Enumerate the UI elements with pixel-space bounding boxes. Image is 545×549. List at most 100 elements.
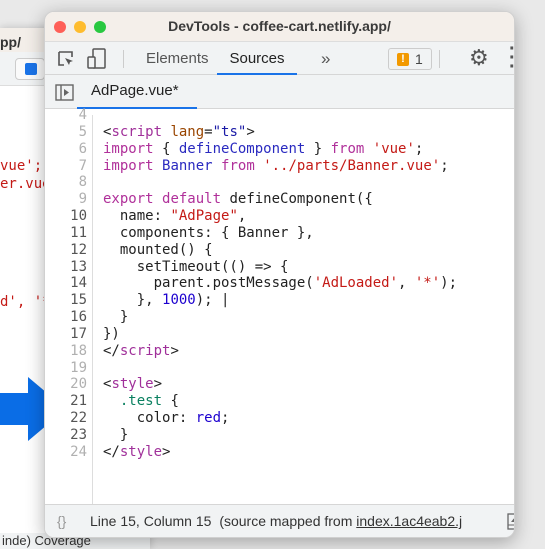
line-number[interactable]: 7 [79, 158, 87, 175]
line-number-gutter[interactable]: 4 5 6 7 8 9 10 11 12 13 14 15 16 17 18 19 20 21 22 23 24 [45, 107, 93, 504]
code-line[interactable]: <script lang="ts"> [103, 124, 255, 141]
code-line[interactable]: } [103, 309, 128, 326]
background-code: d', '* [0, 294, 51, 310]
inspect-element-icon[interactable] [57, 50, 75, 68]
window-title: DevTools - coffee-cart.netlify.app/ [168, 18, 391, 34]
code-token: }, [103, 292, 163, 309]
close-window-button[interactable] [54, 21, 66, 33]
pretty-print-icon[interactable]: {} [57, 505, 66, 537]
line-number[interactable]: 9 [79, 191, 87, 208]
settings-gear-icon[interactable]: ⚙ [469, 45, 489, 71]
code-line[interactable]: <style> [103, 376, 162, 393]
line-number[interactable]: 14 [70, 275, 87, 292]
code-line[interactable]: }, 1000); | [103, 292, 230, 309]
line-number[interactable]: 24 [70, 444, 87, 461]
code-token: { [162, 393, 179, 410]
code-line[interactable]: mounted() { [103, 242, 213, 259]
code-line[interactable]: setTimeout(() => { [103, 259, 289, 276]
code-line[interactable]: </script> [103, 343, 179, 360]
toggle-drawer-icon[interactable] [507, 513, 515, 530]
line-number[interactable]: 15 [70, 292, 87, 309]
main-toolbar: Elements Sources » ! 1 ⚙ ··· [45, 39, 514, 77]
maximize-window-button[interactable] [94, 21, 106, 33]
code-token: "AdPage" [170, 208, 238, 225]
code-line[interactable]: import { defineComponent } from 'vue'; [103, 141, 423, 158]
code-line[interactable]: .test { [103, 393, 179, 410]
tab-elements[interactable]: Elements [146, 42, 209, 75]
code-token: '*' [414, 275, 441, 292]
line-number[interactable]: 22 [70, 410, 87, 427]
code-token: '../parts/Banner.vue' [263, 157, 441, 174]
line-number[interactable]: 18 [70, 343, 87, 360]
code-token: } [103, 426, 129, 443]
code-token: } [103, 309, 129, 326]
code-editor[interactable]: 4 5 6 7 8 9 10 11 12 13 14 15 16 17 18 19 20 21 22 23 24 <sc… [45, 107, 514, 504]
code-token: export [103, 191, 154, 208]
line-number[interactable]: 20 [70, 376, 87, 393]
source-map-link[interactable]: index.1ac4eab2.j [356, 513, 462, 529]
code-token: mounted() { [103, 241, 213, 258]
code-token: > [162, 443, 171, 460]
code-token: defineComponent({ [221, 191, 373, 208]
line-number[interactable]: 11 [70, 225, 87, 242]
tab-sources[interactable]: Sources [217, 42, 297, 75]
code-token: ; [440, 157, 449, 174]
line-number[interactable]: 10 [70, 208, 87, 225]
line-number[interactable]: 6 [79, 141, 87, 158]
code-token: ; [221, 410, 230, 427]
line-number[interactable]: 4 [79, 107, 87, 124]
editor-tab-adpage[interactable]: AdPage.vue* × [77, 75, 197, 131]
line-number[interactable]: 12 [70, 242, 87, 259]
code-token: }) [103, 325, 120, 342]
divider [439, 50, 440, 68]
more-options-icon[interactable]: ··· [509, 39, 514, 77]
line-number[interactable]: 13 [70, 259, 87, 276]
code-token: </ [103, 342, 120, 359]
code-token: 1000 [162, 292, 196, 309]
code-line[interactable]: name: "AdPage", [103, 208, 246, 225]
device-toolbar-icon[interactable] [87, 48, 107, 70]
code-token: parent.postMessage( [103, 275, 314, 292]
editor-tab-label: AdPage.vue* [91, 82, 179, 99]
code-line[interactable]: parent.postMessage('AdLoaded', '*'); [103, 275, 457, 292]
line-number[interactable]: 5 [79, 124, 87, 141]
code-token: lang [170, 123, 205, 140]
feedback-button[interactable] [15, 58, 45, 80]
code-line[interactable]: import Banner from '../parts/Banner.vue'… [103, 158, 449, 175]
editor-tab-bar: AdPage.vue* × [45, 75, 514, 131]
line-number[interactable]: 21 [70, 393, 87, 410]
code-token: } [305, 140, 331, 157]
divider [123, 50, 124, 68]
devtools-window: DevTools - coffee-cart.netlify.app/ Elem… [44, 11, 515, 538]
code-token: style [111, 376, 154, 393]
code-token: { [153, 140, 179, 157]
code-line[interactable]: }) [103, 326, 120, 343]
code-line[interactable]: components: { Banner }, [103, 225, 314, 242]
background-code: vue'; [0, 158, 43, 174]
line-number[interactable]: 16 [70, 309, 87, 326]
message-icon [25, 63, 37, 75]
code-token: style [119, 443, 163, 460]
code-token: = [204, 123, 213, 140]
code-line[interactable]: color: red; [103, 410, 230, 427]
code-token: components: { Banner }, [103, 224, 314, 241]
code-line[interactable]: } [103, 427, 128, 444]
code-token: script [119, 342, 171, 359]
issues-button[interactable]: ! 1 [388, 48, 432, 70]
line-number[interactable]: 19 [70, 360, 87, 377]
code-line[interactable]: </style> [103, 444, 170, 461]
line-number[interactable]: 8 [79, 174, 87, 191]
more-tabs-button[interactable]: » [321, 42, 330, 75]
minimize-window-button[interactable] [74, 21, 86, 33]
toggle-navigator-icon[interactable] [55, 84, 74, 101]
line-number[interactable]: 23 [70, 427, 87, 444]
code-token: , [237, 208, 247, 225]
line-number[interactable]: 17 [70, 326, 87, 343]
code-line[interactable]: export default defineComponent({ [103, 191, 373, 208]
warning-icon: ! [397, 53, 409, 66]
